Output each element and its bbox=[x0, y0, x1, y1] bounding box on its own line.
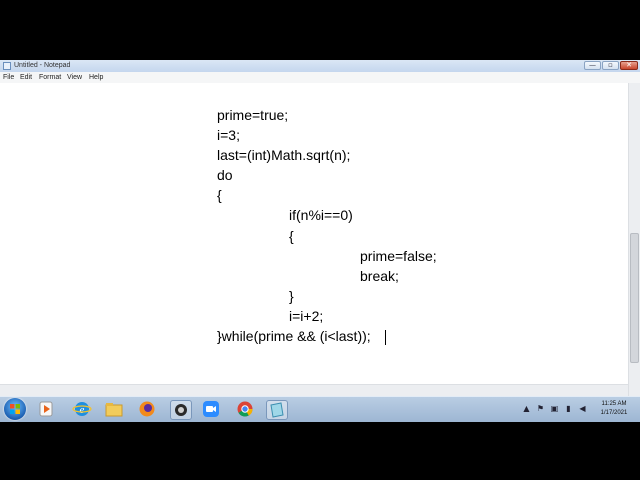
vertical-scrollbar[interactable] bbox=[628, 83, 640, 396]
code-line: { bbox=[217, 187, 222, 203]
title-bar[interactable]: Untitled - Notepad — ▫ ✕ bbox=[0, 60, 640, 72]
vertical-scroll-thumb[interactable] bbox=[630, 233, 639, 363]
media-player-taskbar-icon[interactable] bbox=[36, 400, 56, 418]
show-hidden-icons-arrow-icon[interactable]: ▲ bbox=[522, 404, 531, 413]
display-icon[interactable]: ▣ bbox=[550, 404, 559, 413]
zoom-taskbar-icon[interactable] bbox=[201, 400, 221, 418]
clock-date[interactable]: 1/17/2021 bbox=[594, 410, 634, 416]
action-center-flag-icon[interactable]: ⚑ bbox=[536, 404, 545, 413]
code-line: }while(prime && (i<last)); bbox=[217, 328, 371, 344]
clock-time[interactable]: 11:25 AM bbox=[594, 401, 634, 407]
chrome-taskbar-icon[interactable] bbox=[235, 400, 255, 418]
menu-help[interactable]: Help bbox=[89, 73, 103, 82]
minimize-button[interactable]: — bbox=[584, 61, 601, 70]
close-button[interactable]: ✕ bbox=[620, 61, 638, 70]
code-line: if(n%i==0) bbox=[289, 207, 353, 223]
code-line: i=3; bbox=[217, 127, 240, 143]
notepad-window: Untitled - Notepad — ▫ ✕ File Edit Forma… bbox=[0, 60, 640, 396]
volume-icon[interactable]: ◀ bbox=[578, 404, 587, 413]
code-line: i=i+2; bbox=[289, 308, 324, 324]
notepad-app-icon[interactable] bbox=[3, 62, 11, 70]
network-icon[interactable]: ▮ bbox=[564, 404, 573, 413]
start-button[interactable] bbox=[4, 398, 26, 420]
menu-file[interactable]: File bbox=[3, 73, 14, 82]
internet-explorer-taskbar-icon[interactable]: e bbox=[72, 400, 92, 418]
menu-format[interactable]: Format bbox=[39, 73, 61, 82]
file-explorer-taskbar-icon[interactable] bbox=[104, 400, 124, 418]
code-line: prime=false; bbox=[360, 248, 437, 264]
windows-logo-icon bbox=[10, 404, 20, 414]
notepad-taskbar-icon[interactable] bbox=[266, 400, 288, 420]
menu-edit[interactable]: Edit bbox=[20, 73, 32, 82]
firefox-taskbar-icon[interactable] bbox=[137, 400, 157, 418]
code-line: break; bbox=[360, 268, 399, 284]
maximize-button[interactable]: ▫ bbox=[602, 61, 619, 70]
menu-view[interactable]: View bbox=[67, 73, 82, 82]
window-title: Untitled - Notepad bbox=[14, 62, 71, 69]
text-editor-area[interactable]: prime=true; i=3; last=(int)Math.sqrt(n);… bbox=[0, 83, 628, 384]
code-line: prime=true; bbox=[217, 107, 289, 123]
text-cursor bbox=[385, 330, 386, 345]
code-line: last=(int)Math.sqrt(n); bbox=[217, 147, 351, 163]
code-line: { bbox=[289, 228, 294, 244]
media-app-taskbar-icon[interactable] bbox=[170, 400, 192, 420]
code-line: } bbox=[289, 288, 294, 304]
horizontal-scrollbar[interactable] bbox=[0, 384, 628, 396]
code-line: do bbox=[217, 167, 233, 183]
taskbar: e ▲ ⚑ ▣ ▮ ◀ 11:25 AM 1/17/2021 bbox=[0, 396, 640, 422]
